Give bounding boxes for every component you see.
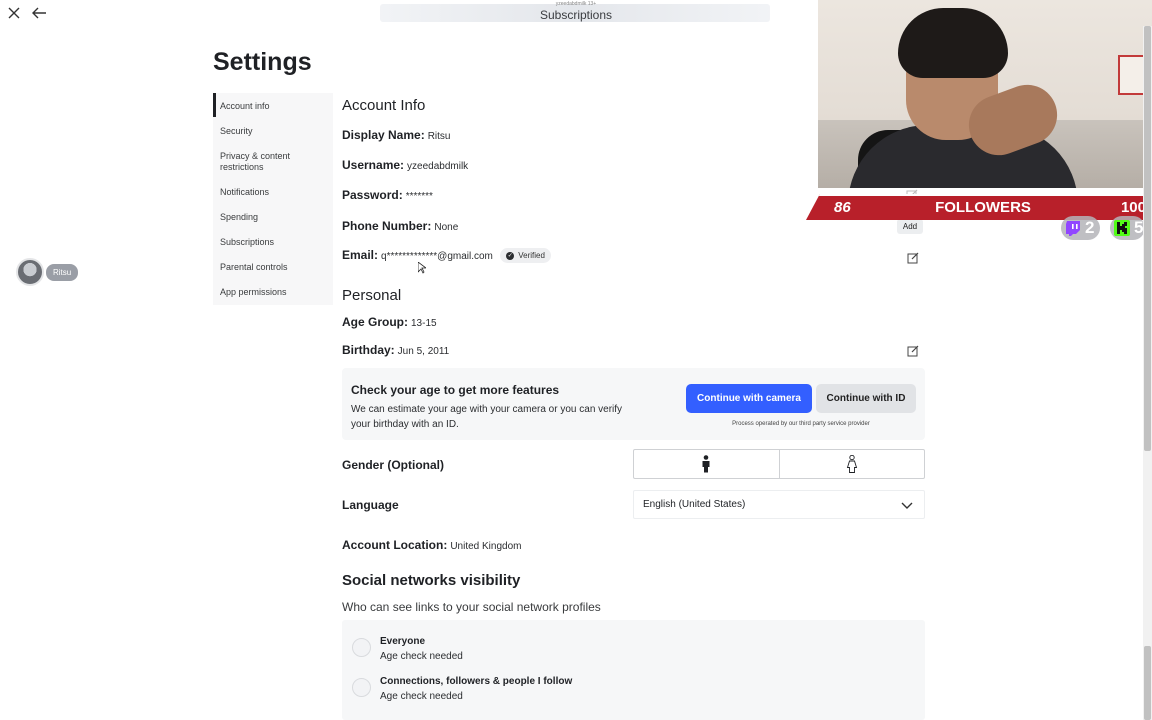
location-label: Account Location:	[342, 538, 448, 552]
twitch-count: 2	[1085, 218, 1095, 237]
mouse-cursor-icon	[418, 262, 426, 274]
streamer-hair	[898, 8, 1008, 78]
verified-text: Verified	[518, 251, 545, 261]
header-title: Subscriptions	[539, 8, 613, 22]
social-option-subtitle: Age check needed	[380, 651, 463, 662]
header-small-text: yzeedabdmilk 13+	[555, 1, 597, 7]
location-value: United Kingdom	[450, 541, 522, 552]
social-heading: Social networks visibility	[342, 572, 521, 589]
followers-current: 86	[834, 199, 851, 216]
gender-female-option[interactable]	[778, 450, 925, 478]
close-icon[interactable]	[6, 5, 22, 21]
phone-label: Phone Number:	[342, 219, 432, 233]
display-name-row: Display Name: Ritsu	[342, 128, 451, 142]
add-phone-button[interactable]: Add	[897, 219, 923, 234]
age-check-card: Check your age to get more features We c…	[342, 368, 925, 440]
age-group-value: 13-15	[411, 318, 437, 329]
age-group-row: Age Group: 13-15	[342, 315, 437, 329]
display-name-value: Ritsu	[427, 131, 451, 142]
twitch-badge: 2	[1061, 216, 1101, 240]
birthday-value: Jun 5, 2011	[397, 346, 450, 357]
sidenav-item-account-info[interactable]: Account info	[213, 93, 333, 117]
male-icon	[702, 455, 710, 473]
location-row: Account Location: United Kingdom	[342, 538, 521, 552]
social-subheading: Who can see links to your social network…	[342, 600, 601, 614]
social-option-title: Everyone	[380, 636, 426, 647]
sidenav-item-parental-controls[interactable]: Parental controls	[213, 262, 333, 272]
scrollbar-thumb[interactable]	[1144, 26, 1151, 451]
age-check-description: We can estimate your age with your camer…	[351, 404, 623, 430]
continue-with-camera-button[interactable]: Continue with camera	[686, 384, 812, 413]
avatar	[16, 258, 44, 286]
webcam-overlay	[818, 0, 1152, 188]
back-arrow-icon[interactable]	[31, 5, 47, 21]
radio-button[interactable]	[352, 678, 371, 697]
username-label: Username:	[342, 158, 405, 172]
settings-sidenav: Account info Security Privacy & content …	[213, 93, 333, 305]
verified-badge: ✓ Verified	[500, 248, 551, 264]
social-visibility-card: Everyone Age check needed Connections, f…	[342, 620, 925, 720]
gender-label: Gender (Optional)	[342, 458, 444, 472]
sidenav-item-spending[interactable]: Spending	[213, 212, 333, 222]
social-option-subtitle: Age check needed	[380, 691, 463, 702]
phone-value: None	[434, 222, 459, 233]
female-icon	[846, 455, 857, 473]
twitch-icon	[1066, 221, 1080, 236]
display-name-label: Display Name:	[342, 128, 425, 142]
language-selected-value: English (United States)	[643, 499, 746, 510]
email-value: q*************@gmail.com	[381, 251, 493, 262]
personal-heading: Personal	[342, 287, 402, 304]
followers-label: FOLLOWERS	[935, 199, 1031, 216]
followers-goal-banner: 86 FOLLOWERS 100	[806, 194, 1152, 220]
birthday-row: Birthday: Jun 5, 2011	[342, 343, 449, 357]
password-row: Password: *******	[342, 188, 433, 202]
sidenav-item-notifications[interactable]: Notifications	[213, 187, 333, 197]
birthday-label: Birthday:	[342, 343, 395, 357]
radio-button[interactable]	[352, 638, 371, 657]
sidenav-item-app-permissions[interactable]: App permissions	[213, 287, 333, 297]
kick-badge: 5	[1110, 216, 1146, 240]
continue-with-id-button[interactable]: Continue with ID	[816, 384, 916, 413]
age-group-label: Age Group:	[342, 315, 408, 329]
username-value: yzeedabdmilk	[407, 161, 469, 172]
social-subheading-text: Who can see links to your social network…	[342, 600, 601, 614]
edit-email-icon[interactable]	[907, 251, 919, 264]
gender-row: Gender (Optional)	[342, 458, 444, 472]
email-row: Email: q*************@gmail.com ✓ Verified	[342, 248, 551, 264]
gender-selector	[633, 449, 925, 479]
page-scrollbar[interactable]	[1143, 26, 1152, 720]
check-icon: ✓	[506, 251, 515, 260]
email-label: Email:	[342, 248, 379, 262]
kick-icon	[1114, 220, 1130, 236]
age-check-note: Process operated by our third party serv…	[732, 421, 870, 427]
language-label: Language	[342, 498, 399, 512]
sidenav-item-subscriptions[interactable]: Subscriptions	[213, 237, 333, 247]
scrollbar-lower-segment	[1144, 646, 1151, 720]
avatar-name: Ritsu	[46, 263, 79, 281]
language-row: Language	[342, 498, 399, 512]
sidenav-item-security[interactable]: Security	[213, 126, 333, 136]
username-row: Username: yzeedabdmilk	[342, 158, 468, 172]
social-option-title: Connections, followers & people I follow	[380, 676, 573, 687]
password-value: *******	[405, 191, 433, 202]
age-check-title: Check your age to get more features	[351, 383, 560, 397]
account-info-heading: Account Info	[342, 97, 426, 114]
gender-male-option[interactable]	[634, 450, 779, 478]
language-select[interactable]: English (United States)	[633, 490, 925, 519]
page-title: Settings	[213, 48, 312, 76]
user-avatar-pill[interactable]: Ritsu	[16, 258, 79, 286]
phone-row: Phone Number: None	[342, 219, 458, 233]
chevron-down-icon	[901, 502, 913, 509]
sidenav-item-privacy[interactable]: Privacy & content restrictions	[213, 151, 323, 173]
password-label: Password:	[342, 188, 403, 202]
edit-birthday-icon[interactable]	[907, 344, 919, 357]
